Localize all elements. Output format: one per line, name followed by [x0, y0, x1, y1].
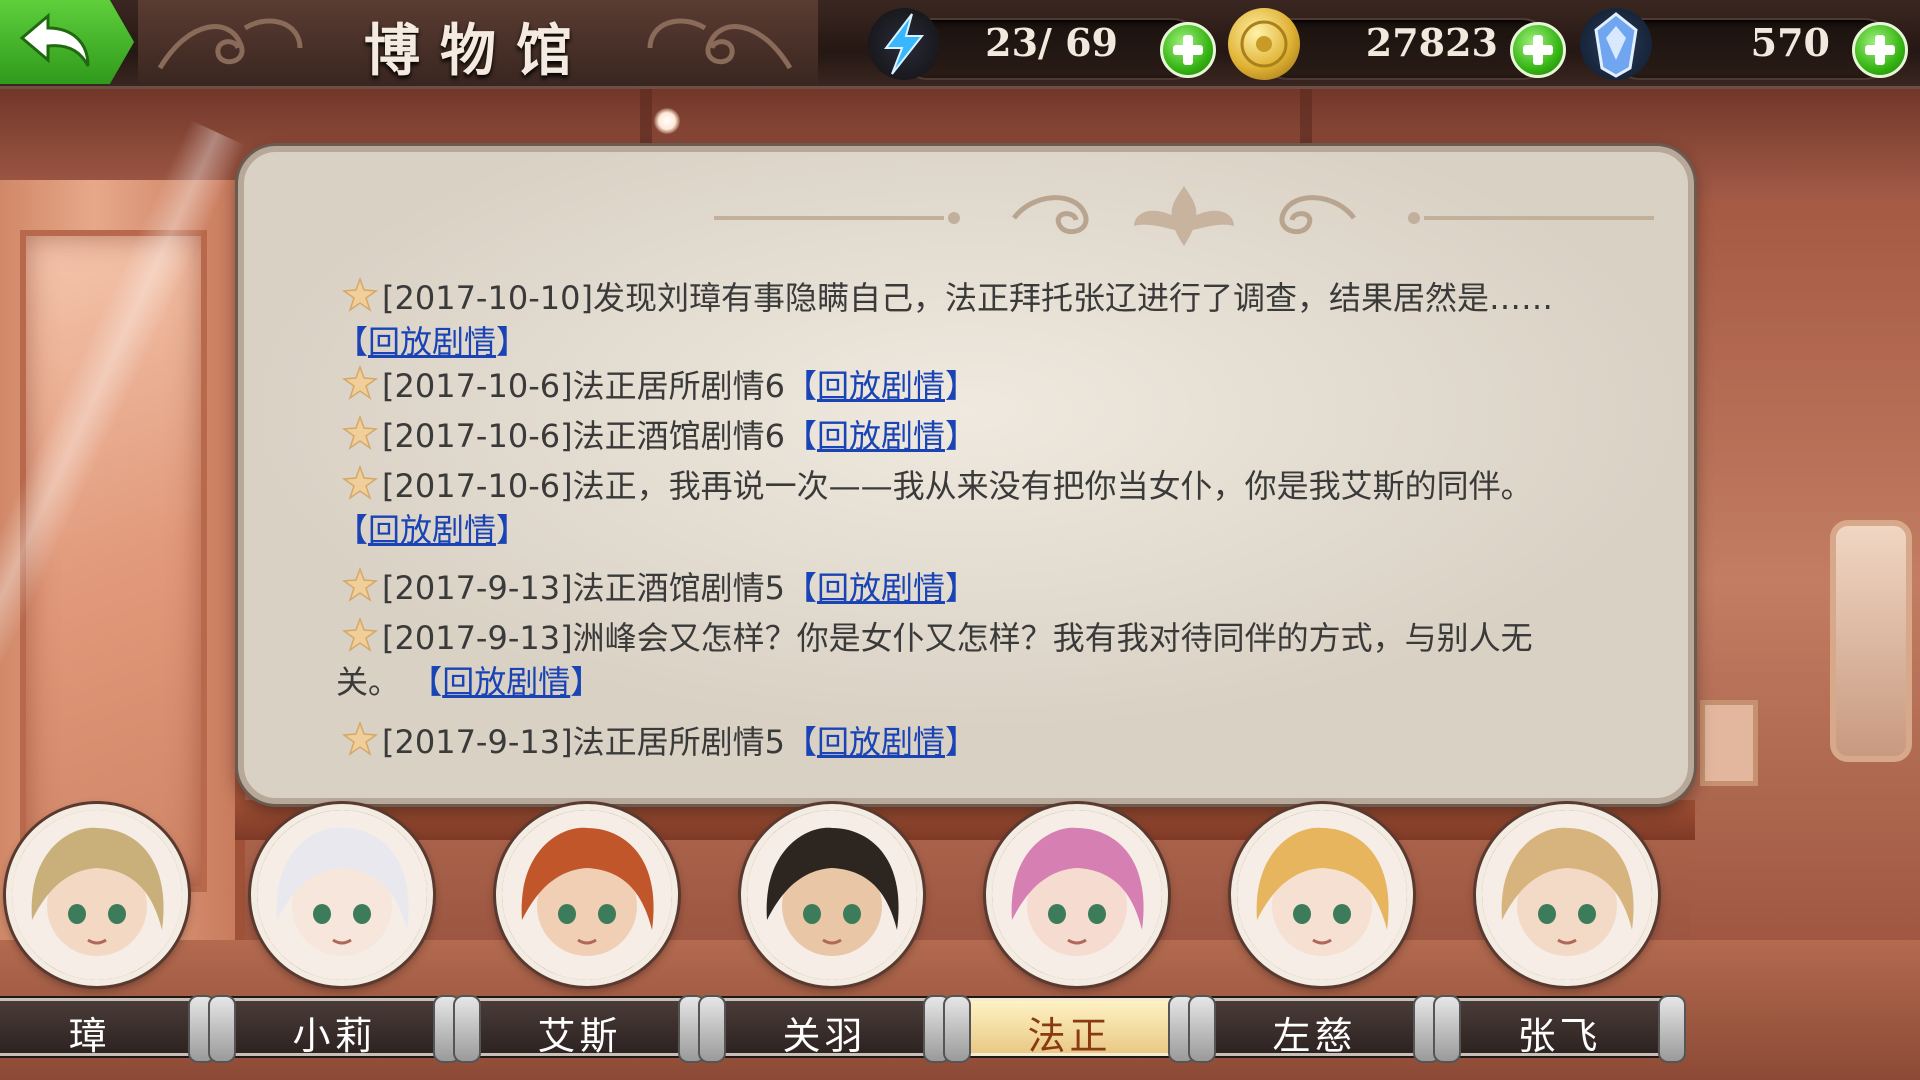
character-nameplate[interactable]: 璋: [0, 995, 216, 1063]
story-log-panel: [2017-10-10]发现刘璋有事隐瞒自己，法正拜托张辽进行了调查，结果居然是…: [238, 146, 1694, 804]
character-nameplate[interactable]: 左慈: [1188, 995, 1441, 1063]
character-name: 小莉: [292, 1014, 377, 1058]
character-name: 艾斯: [537, 1014, 622, 1058]
character-card[interactable]: 关羽: [698, 796, 951, 1080]
character-portrait[interactable]: [1476, 804, 1658, 986]
story-entry: [2017-9-13]洲峰会又怎样？你是女仆又怎样？我有我对待同伴的方式，与别人…: [336, 616, 1622, 704]
character-card[interactable]: 法正: [943, 796, 1196, 1080]
character-selector: 璋 小莉 艾斯 关羽 法正 左慈 张飞: [0, 796, 1704, 1080]
character-nameplate[interactable]: 张飞: [1433, 995, 1686, 1063]
gem-value: 570: [1750, 20, 1830, 65]
character-portrait[interactable]: [251, 804, 433, 986]
replay-story-link[interactable]: 【回放剧情】: [410, 663, 602, 701]
character-face-icon: [502, 810, 672, 980]
character-face-icon: [1482, 810, 1652, 980]
gold-value: 27823: [1365, 20, 1498, 65]
gold-coin-icon: [1228, 8, 1300, 80]
entry-text: [2017-10-6]法正，我再说一次——我从来没有把你当女仆，你是我艾斯的同伴…: [382, 467, 1533, 505]
back-button[interactable]: [0, 0, 134, 84]
add-gold-button[interactable]: [1510, 22, 1566, 78]
character-name: 张飞: [1517, 1014, 1602, 1058]
add-gem-button[interactable]: [1852, 22, 1908, 78]
story-entry: [2017-10-10]发现刘璋有事隐瞒自己，法正拜托张辽进行了调查，结果居然是…: [336, 276, 1622, 364]
character-nameplate[interactable]: 法正: [943, 995, 1196, 1063]
stamina-value: 23/ 69: [985, 20, 1118, 65]
character-name: 法正: [1027, 1014, 1112, 1058]
entry-text: [2017-9-13]法正居所剧情5: [382, 723, 785, 761]
back-arrow-icon: [19, 12, 90, 67]
story-entry: [2017-10-6]法正居所剧情6【回放剧情】: [342, 364, 1622, 408]
character-portrait[interactable]: [741, 804, 923, 986]
star-icon: [342, 617, 378, 652]
character-portrait[interactable]: [496, 804, 678, 986]
story-entry: [2017-10-6]法正酒馆剧情6【回放剧情】: [342, 414, 1622, 458]
character-portrait[interactable]: [1231, 804, 1413, 986]
replay-story-link[interactable]: 【回放剧情】: [785, 367, 977, 405]
story-entry: [2017-9-13]法正居所剧情5【回放剧情】: [342, 720, 1622, 764]
replay-story-link[interactable]: 【回放剧情】: [785, 569, 977, 607]
character-face-icon: [257, 810, 427, 980]
stamina-counter: 23/ 69: [868, 6, 1218, 80]
lightning-icon: [868, 8, 940, 80]
entry-text: [2017-9-13]洲峰会又怎样？你是女仆又怎样？我有我对待同伴的方式，与别人…: [382, 619, 1533, 657]
crystal-gem-icon: [1580, 8, 1652, 80]
character-nameplate[interactable]: 小莉: [208, 995, 461, 1063]
character-card[interactable]: 张飞: [1433, 796, 1686, 1080]
character-card[interactable]: 左慈: [1188, 796, 1441, 1080]
entry-text: [2017-10-6]法正酒馆剧情6: [382, 417, 785, 455]
entry-text-continued: 关。: [336, 663, 401, 701]
entry-text: [2017-9-13]法正酒馆剧情5: [382, 569, 785, 607]
wall-painting: [1830, 520, 1912, 762]
star-icon: [342, 567, 378, 602]
replay-story-link[interactable]: 【回放剧情】: [336, 323, 528, 361]
character-name: 璋: [68, 1014, 111, 1058]
star-icon: [342, 721, 378, 756]
replay-story-link[interactable]: 【回放剧情】: [336, 511, 528, 549]
flourish-ornament-icon: [714, 186, 1654, 246]
replay-story-link[interactable]: 【回放剧情】: [785, 417, 977, 455]
character-portrait[interactable]: [6, 804, 188, 986]
entry-text: [2017-10-10]发现刘璋有事隐瞒自己，法正拜托张辽进行了调查，结果居然是…: [382, 279, 1553, 317]
character-nameplate[interactable]: 艾斯: [453, 995, 706, 1063]
character-portrait[interactable]: [986, 804, 1168, 986]
character-name: 关羽: [782, 1014, 867, 1058]
character-nameplate[interactable]: 关羽: [698, 995, 951, 1063]
story-entry: [2017-9-13]法正酒馆剧情5【回放剧情】: [342, 566, 1622, 610]
replay-story-link[interactable]: 【回放剧情】: [785, 723, 977, 761]
character-card[interactable]: 小莉: [208, 796, 461, 1080]
wall-painting-small: [1700, 700, 1758, 786]
entry-text: [2017-10-6]法正居所剧情6: [382, 367, 785, 405]
star-icon: [342, 415, 378, 450]
gold-counter: 27823: [1228, 6, 1568, 80]
character-card[interactable]: 艾斯: [453, 796, 706, 1080]
star-icon: [342, 277, 378, 312]
star-icon: [342, 465, 378, 500]
character-face-icon: [992, 810, 1162, 980]
add-stamina-button[interactable]: [1160, 22, 1216, 78]
character-face-icon: [747, 810, 917, 980]
character-face-icon: [12, 810, 182, 980]
top-bar: 博物馆 23/ 69 27823 570: [0, 0, 1920, 89]
star-icon: [342, 365, 378, 400]
character-card[interactable]: 璋: [0, 796, 216, 1080]
character-face-icon: [1237, 810, 1407, 980]
story-entry: [2017-10-6]法正，我再说一次——我从来没有把你当女仆，你是我艾斯的同伴…: [336, 464, 1622, 552]
ceiling-light: [654, 108, 680, 134]
page-title: 博物馆: [364, 18, 592, 84]
gem-counter: 570: [1580, 6, 1910, 80]
nameplate-cap: [1658, 995, 1686, 1063]
character-name: 左慈: [1272, 1014, 1357, 1058]
